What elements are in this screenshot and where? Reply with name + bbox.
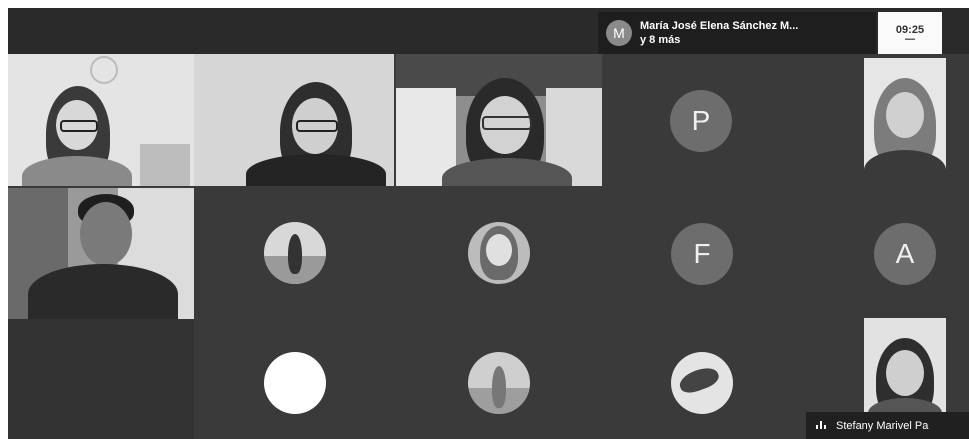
participant-photo-avatar-1[interactable] [264, 222, 326, 284]
participant-avatar-a[interactable]: A [874, 223, 936, 285]
video-tile-3[interactable] [396, 54, 602, 186]
participant-avatar-blank[interactable] [264, 352, 326, 414]
notification-line2: y 8 más [640, 34, 681, 46]
notification-text: María José Elena Sánchez M... y 8 más [640, 19, 798, 47]
active-speaker-name: Stefany Marivel Pa [836, 419, 929, 432]
notification-line1: María José Elena Sánchez M... [640, 20, 799, 32]
wall-clock-icon [90, 56, 118, 84]
participant-face [886, 350, 924, 396]
participant-face [886, 92, 924, 138]
video-tile-5[interactable] [8, 188, 194, 319]
video-tile-2[interactable] [194, 54, 394, 186]
clock-widget: 09:25 ▬▬ [878, 12, 942, 54]
empty-tile [8, 319, 194, 439]
audio-level-icon [816, 420, 828, 431]
notification-avatar: M [606, 20, 632, 46]
meeting-grid: M María José Elena Sánchez M... y 8 más … [8, 8, 969, 439]
clock-time: 09:25 [895, 23, 925, 36]
video-tile-6[interactable] [864, 318, 946, 422]
video-tile-4[interactable] [864, 58, 946, 188]
participant-avatar-f[interactable]: F [671, 223, 733, 285]
participant-photo-avatar-2[interactable] [468, 222, 530, 284]
participant-photo-avatar-4[interactable] [671, 352, 733, 414]
video-tile-1[interactable] [8, 54, 194, 186]
participant-avatar-p[interactable]: P [670, 90, 732, 152]
participant-photo-avatar-3[interactable] [468, 352, 530, 414]
active-speaker-label: Stefany Marivel Pa [806, 412, 969, 439]
participants-notification[interactable]: M María José Elena Sánchez M... y 8 más [598, 12, 876, 54]
clock-date: ▬▬ [905, 35, 915, 42]
participant-face [80, 202, 132, 266]
